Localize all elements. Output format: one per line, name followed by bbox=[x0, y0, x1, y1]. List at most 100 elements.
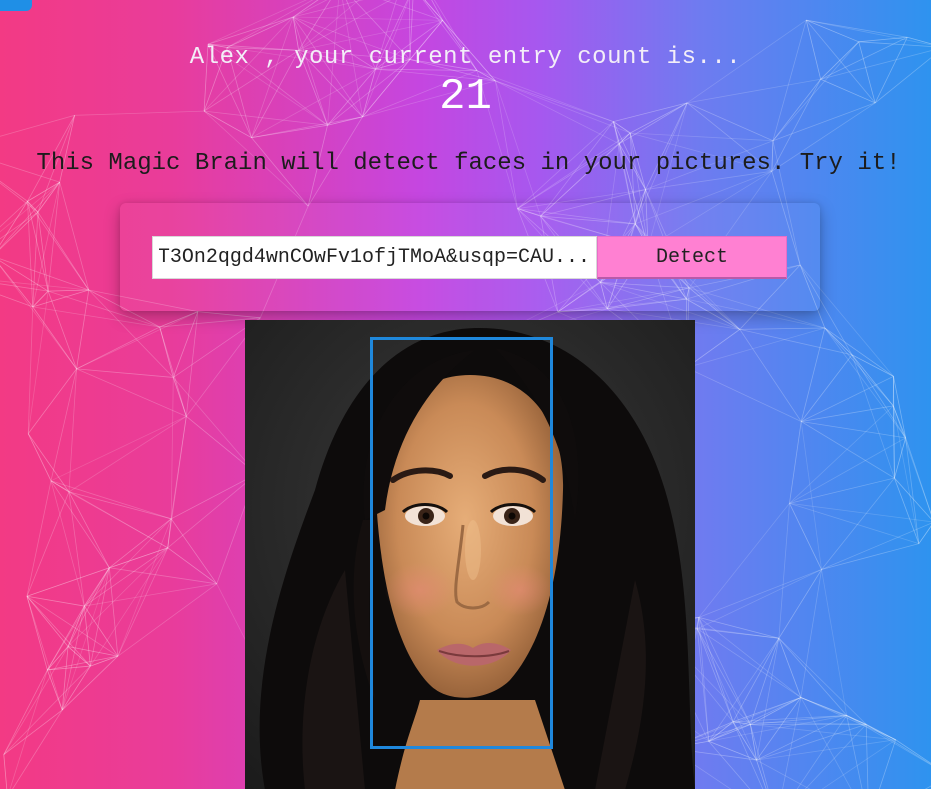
network-line bbox=[3, 646, 69, 755]
network-line bbox=[824, 327, 906, 439]
network-line bbox=[226, 16, 294, 48]
brain-logo-icon[interactable] bbox=[0, 0, 32, 11]
network-line bbox=[0, 211, 39, 240]
network-line bbox=[821, 477, 895, 570]
network-line bbox=[698, 617, 710, 742]
network-line bbox=[108, 567, 119, 657]
network-line bbox=[61, 665, 91, 711]
network-line bbox=[159, 326, 187, 417]
network-line bbox=[226, 0, 314, 48]
network-line bbox=[750, 697, 802, 725]
network-line bbox=[778, 637, 867, 725]
detect-button[interactable]: Detect bbox=[597, 236, 787, 279]
network-line bbox=[159, 311, 198, 328]
network-line bbox=[800, 327, 826, 422]
network-line bbox=[424, 0, 443, 21]
network-line bbox=[756, 638, 780, 761]
network-line bbox=[59, 182, 90, 291]
network-line bbox=[778, 638, 802, 698]
network-line bbox=[0, 294, 33, 308]
network-line bbox=[3, 669, 48, 755]
network-line bbox=[696, 628, 757, 761]
network-line bbox=[800, 421, 895, 479]
network-line bbox=[76, 368, 187, 417]
network-line bbox=[68, 491, 110, 568]
network-line bbox=[696, 628, 710, 742]
network-line bbox=[696, 628, 734, 722]
network-line bbox=[292, 0, 328, 18]
network-line bbox=[26, 480, 52, 597]
network-line bbox=[804, 724, 867, 789]
network-line bbox=[846, 715, 867, 725]
network-line bbox=[739, 329, 802, 422]
network-line bbox=[27, 291, 49, 434]
network-line bbox=[851, 354, 894, 407]
network-line bbox=[0, 280, 89, 291]
network-line bbox=[50, 368, 77, 481]
network-line bbox=[172, 311, 199, 378]
network-line bbox=[892, 405, 931, 515]
network-line bbox=[27, 433, 70, 493]
network-line bbox=[27, 201, 49, 292]
network-line bbox=[801, 405, 894, 422]
network-line bbox=[789, 405, 894, 504]
network-line bbox=[47, 605, 85, 671]
network-line bbox=[27, 181, 60, 202]
network-line bbox=[84, 518, 172, 607]
face-bounding-box bbox=[370, 337, 553, 749]
network-line bbox=[83, 567, 110, 607]
network-line bbox=[686, 327, 825, 369]
network-line bbox=[47, 182, 61, 292]
network-line bbox=[61, 605, 85, 711]
network-line bbox=[83, 605, 119, 657]
entry-count-greeting: Alex , your current entry count is... bbox=[189, 44, 742, 71]
network-line bbox=[67, 547, 169, 647]
network-line bbox=[76, 311, 199, 370]
network-line bbox=[109, 567, 217, 585]
network-line bbox=[47, 655, 118, 671]
network-line bbox=[0, 264, 34, 308]
network-line bbox=[167, 416, 187, 548]
network-line bbox=[696, 617, 700, 629]
network-line bbox=[806, 19, 859, 43]
network-line bbox=[47, 567, 110, 671]
network-line bbox=[89, 567, 110, 667]
network-line bbox=[708, 740, 757, 761]
network-line bbox=[170, 518, 218, 585]
network-line bbox=[905, 437, 931, 515]
network-line bbox=[789, 437, 906, 504]
network-line bbox=[0, 181, 60, 249]
network-line bbox=[613, 121, 631, 134]
network-line bbox=[27, 368, 77, 434]
network-line bbox=[47, 646, 69, 671]
network-line bbox=[159, 326, 174, 378]
network-line bbox=[90, 547, 169, 667]
network-line bbox=[26, 567, 110, 597]
network-line bbox=[630, 132, 773, 142]
network-line bbox=[918, 525, 931, 544]
network-line bbox=[32, 212, 39, 307]
network-line bbox=[756, 715, 847, 761]
network-line bbox=[756, 759, 767, 789]
network-line bbox=[821, 569, 848, 716]
network-line bbox=[0, 283, 49, 292]
network-line bbox=[732, 721, 751, 725]
network-line bbox=[167, 518, 172, 548]
entry-count-value: 21 bbox=[439, 72, 492, 122]
image-url-input[interactable] bbox=[152, 236, 597, 279]
network-line bbox=[171, 473, 257, 520]
network-line bbox=[796, 715, 848, 789]
network-line bbox=[50, 480, 70, 493]
network-line bbox=[708, 715, 847, 742]
network-line bbox=[26, 595, 69, 647]
network-line bbox=[800, 697, 867, 725]
network-line bbox=[851, 354, 906, 439]
network-line bbox=[76, 326, 160, 370]
network-line bbox=[298, 0, 360, 51]
network-line bbox=[117, 547, 169, 657]
network-line bbox=[892, 405, 895, 479]
network-line bbox=[698, 617, 751, 725]
network-line bbox=[698, 617, 802, 698]
network-line bbox=[708, 721, 734, 742]
network-line bbox=[26, 547, 168, 597]
